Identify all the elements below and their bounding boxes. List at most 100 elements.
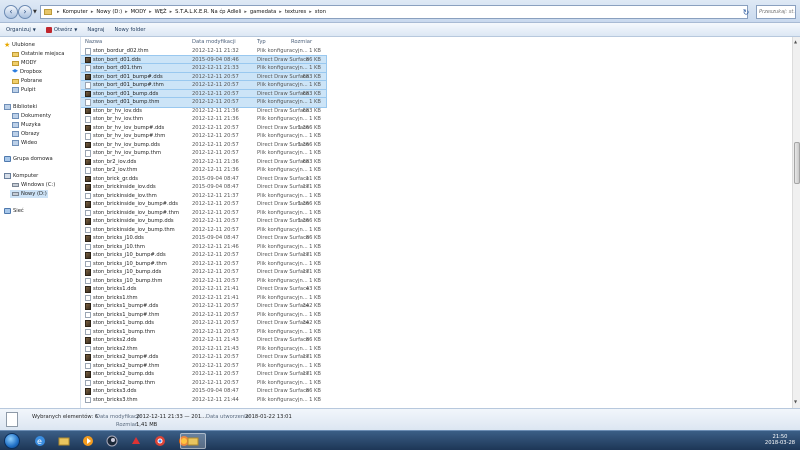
file-row[interactable]: ston_bricks1_bump#.dds 2012-12-11 20:57 Di… [81,302,326,311]
history-dropdown-icon[interactable]: ▼ [33,9,37,15]
chrome-icon[interactable] [150,433,170,449]
nav-libraries[interactable]: Biblioteki [4,103,37,111]
organize-button[interactable]: Organizuj ▼ [6,27,36,33]
nav-downloads[interactable]: Pobrane [12,77,42,85]
file-row[interactable]: ston_bordur_d02.thm 2012-12-11 21:32 Plik … [81,47,326,56]
back-button[interactable]: ‹ [4,5,18,19]
file-row[interactable]: ston_bricks2_bump#.thm 2012-12-11 20:57 Pl… [81,362,326,371]
open-button[interactable]: Otwórz ▼ [45,26,77,33]
forward-button[interactable]: › [18,5,32,19]
breadcrumb-ston[interactable]: ston [315,9,326,15]
file-row[interactable]: ston_brick_gr.dds 2015-09-04 08:47 Direct … [81,175,326,184]
nav-computer[interactable]: Komputer [4,172,38,180]
scroll-down-icon[interactable]: ▼ [794,399,797,404]
file-row[interactable]: ston_bort_d01_bump#.thm 2012-12-11 20:57 P… [81,80,327,91]
file-row[interactable]: ston_bricks3.dds 2015-09-04 08:47 Direct D… [81,387,326,396]
nav-pictures[interactable]: Obrazy [12,130,39,138]
file-row[interactable]: ston_bricks1.dds 2012-12-11 21:41 Direct D… [81,285,326,294]
file-row[interactable]: ston_brickinside_iov_bump#.dds 2012-12-11… [81,200,326,209]
vertical-scrollbar[interactable]: ▲ ▼ [792,37,800,408]
file-row[interactable]: ston_bricks2_bump.dds 2012-12-11 20:57 Dir… [81,370,326,379]
file-row[interactable]: ston_bricks_j10.thm 2012-12-11 21:46 Plik … [81,243,326,252]
nav-recent-places[interactable]: Ostatnie miejsca [12,50,64,58]
column-type[interactable]: Typ [257,39,266,45]
nav-desktop[interactable]: Pulpit [12,86,36,94]
file-row[interactable]: ston_brickinside_iov_bump#.thm 2012-12-11… [81,209,326,218]
nav-videos[interactable]: Wideo [12,139,37,147]
file-row[interactable]: ston_brickinside_iov.dds 2015-09-04 08:47… [81,183,326,192]
new-folder-button[interactable]: Nowy folder [114,27,145,33]
breadcrumb-waz[interactable]: WĘŻ [155,9,167,15]
breadcrumb-computer[interactable]: Komputer [63,9,88,15]
burn-button[interactable]: Nagraj [87,27,104,33]
breadcrumb-drive[interactable]: Nowy (D:) [96,9,122,15]
breadcrumb-chevron-icon[interactable]: ▸ [279,9,282,15]
file-row[interactable]: ston_bricks_j10_bump.thm 2012-12-11 20:57… [81,277,326,286]
file-row[interactable]: ston_br_hv_iov.thm 2012-12-11 21:36 Plik k… [81,115,326,124]
address-path[interactable]: ▸ Komputer ▸ Nowy (D:) ▸ MODY ▸ WĘŻ ▸ S.… [40,5,748,19]
file-row[interactable]: ston_brickinside_iov_bump.thm 2012-12-11 … [81,226,326,235]
nav-drive-c[interactable]: Windows (C:) [12,181,55,189]
file-row[interactable]: ston_bort_d01_bump.dds 2012-12-11 20:57 Di… [81,88,327,99]
breadcrumb-chevron-icon[interactable]: ▸ [125,9,128,15]
breadcrumb-mody[interactable]: MODY [131,9,146,15]
file-row[interactable]: ston_bricks2_bump.thm 2012-12-11 20:57 Pli… [81,379,326,388]
file-row[interactable]: ston_bricks_j10.dds 2015-09-04 08:47 Direc… [81,234,326,243]
refresh-icon[interactable]: ↻ [740,5,752,19]
nav-documents[interactable]: Dokumenty [12,112,51,120]
media-player-icon[interactable] [78,433,98,449]
explorer-icon[interactable] [54,433,74,449]
file-row[interactable]: ston_br_hv_iov_bump.thm 2012-12-11 20:57 P… [81,149,326,158]
file-row[interactable]: ston_br2_iov.thm 2012-12-11 21:36 Plik kon… [81,166,326,175]
nav-favorites[interactable]: ★ Ulubione [4,41,35,49]
file-row[interactable]: ston_bricks2.dds 2012-12-11 21:43 Direct D… [81,336,326,345]
file-row[interactable]: ston_br2_iov.dds 2012-12-11 21:36 Direct D… [81,158,326,167]
breadcrumb-chevron-icon[interactable]: ▸ [170,9,173,15]
breadcrumb-gamedata[interactable]: gamedata [250,9,276,15]
system-clock[interactable]: 21:50 2018-03-28 [762,434,798,446]
breadcrumb-chevron-icon[interactable]: ▸ [309,9,312,15]
file-row[interactable]: ston_brickinside_iov_bump.dds 2012-12-11 … [81,217,326,226]
file-row[interactable]: ston_br_hv_iov.dds 2012-12-11 21:36 Direct… [81,107,326,116]
file-row[interactable]: ston_brickinside_iov.thm 2012-12-11 21:37… [81,192,326,201]
file-row[interactable]: ston_bort_d01_bump.thm 2012-12-11 20:57 Pl… [81,97,327,108]
breadcrumb-chevron-icon[interactable]: ▸ [149,9,152,15]
file-row[interactable]: ston_bricks1_bump#.thm 2012-12-11 20:57 Pl… [81,311,326,320]
file-row[interactable]: ston_bricks_j10_bump.dds 2012-12-11 20:57… [81,268,326,277]
nav-network[interactable]: Sieć [4,207,24,215]
search-input[interactable]: Przeszukaj: st... [756,5,796,19]
file-row[interactable]: ston_bricks2_bump#.dds 2012-12-11 20:57 Di… [81,353,326,362]
file-row[interactable]: ston_bricks3.thm 2012-12-11 21:44 Plik kon… [81,396,326,405]
nav-homegroup[interactable]: Grupa domowa [4,155,53,163]
file-row[interactable]: ston_bort_d01.dds 2015-09-04 08:46 Direct … [81,54,327,65]
column-date[interactable]: Data modyfikacji [192,39,236,45]
breadcrumb-stalker[interactable]: S.T.A.L.K.E.R. Na ćp Adleli [175,9,241,15]
file-row[interactable]: ston_bort_d01_bump#.dds 2012-12-11 20:57 D… [81,71,327,82]
start-button[interactable] [4,433,20,449]
app-icon[interactable] [126,433,146,449]
file-row[interactable]: ston_br_hv_iov_bump#.thm 2012-12-11 20:57… [81,132,326,141]
breadcrumb-chevron-icon[interactable]: ▸ [91,9,94,15]
breadcrumb-chevron-icon[interactable]: ▸ [244,9,247,15]
file-row[interactable]: ston_bricks1_bump.dds 2012-12-11 20:57 Dir… [81,319,326,328]
file-row[interactable]: ston_bort_d01.thm 2012-12-11 21:33 Plik ko… [81,63,327,74]
column-size[interactable]: Rozmiar [291,39,312,45]
nav-mody[interactable]: MODY [12,59,36,67]
scroll-up-icon[interactable]: ▲ [794,39,797,44]
column-name[interactable]: Nazwa [85,39,102,45]
steam-icon[interactable] [102,433,122,449]
scroll-thumb[interactable] [794,142,800,184]
file-row[interactable]: ston_br_hv_iov_bump#.dds 2012-12-11 20:57… [81,124,326,133]
explorer-window-button[interactable] [180,433,206,449]
file-row[interactable]: ston_bricks2.thm 2012-12-11 21:43 Plik kon… [81,345,326,354]
nav-drive-d[interactable]: Nowy (D:) [10,190,48,198]
ie-icon[interactable]: e [30,433,50,449]
file-row[interactable]: ston_bricks1.thm 2012-12-11 21:41 Plik kon… [81,294,326,303]
nav-music[interactable]: Muzyka [12,121,41,129]
file-row[interactable]: ston_bricks_j10_bump#.thm 2012-12-11 20:5… [81,260,326,269]
file-row[interactable]: ston_bricks1_bump.thm 2012-12-11 20:57 Pli… [81,328,326,337]
breadcrumb-textures[interactable]: textures [285,9,306,15]
nav-dropbox[interactable]: Dropbox [12,68,42,76]
file-row[interactable]: ston_bricks_j10_bump#.dds 2012-12-11 20:5… [81,251,326,260]
file-row[interactable]: ston_br_hv_iov_bump.dds 2012-12-11 20:57 D… [81,141,326,150]
